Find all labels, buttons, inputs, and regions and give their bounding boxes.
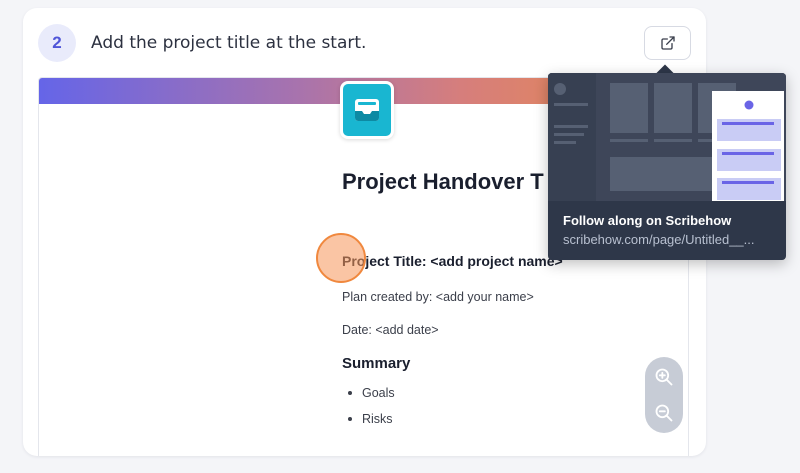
external-link-icon <box>660 36 675 50</box>
click-target-indicator <box>316 233 366 283</box>
list-item: Goals <box>342 384 395 410</box>
follow-along-tooltip[interactable]: Follow along on Scribehow scribehow.com/… <box>548 73 786 260</box>
page-preview-thumbnail <box>548 73 786 201</box>
zoom-in-icon <box>655 368 673 386</box>
inbox-tray-icon <box>355 99 379 121</box>
open-external-button[interactable] <box>644 26 691 60</box>
document-title: Project Handover T <box>342 169 544 194</box>
summary-heading: Summary <box>342 355 411 372</box>
list-item: Risks <box>342 410 395 436</box>
plan-created-by-line: Plan created by: <add your name> <box>342 290 534 304</box>
summary-list: Goals Risks <box>342 384 395 436</box>
date-line: Date: <add date> <box>342 323 439 337</box>
step-number-badge: 2 <box>38 24 76 62</box>
zoom-in-button[interactable] <box>645 358 683 396</box>
zoom-out-button[interactable] <box>645 394 683 432</box>
tooltip-url[interactable]: scribehow.com/page/Untitled__... <box>563 232 775 247</box>
document-app-icon <box>340 81 394 139</box>
zoom-controls <box>645 357 683 433</box>
step-instruction: Add the project title at the start. <box>91 33 367 53</box>
tooltip-title: Follow along on Scribehow <box>563 213 732 228</box>
project-title-field[interactable]: Project Title: <add project name> <box>342 253 563 269</box>
zoom-out-icon <box>655 404 673 422</box>
